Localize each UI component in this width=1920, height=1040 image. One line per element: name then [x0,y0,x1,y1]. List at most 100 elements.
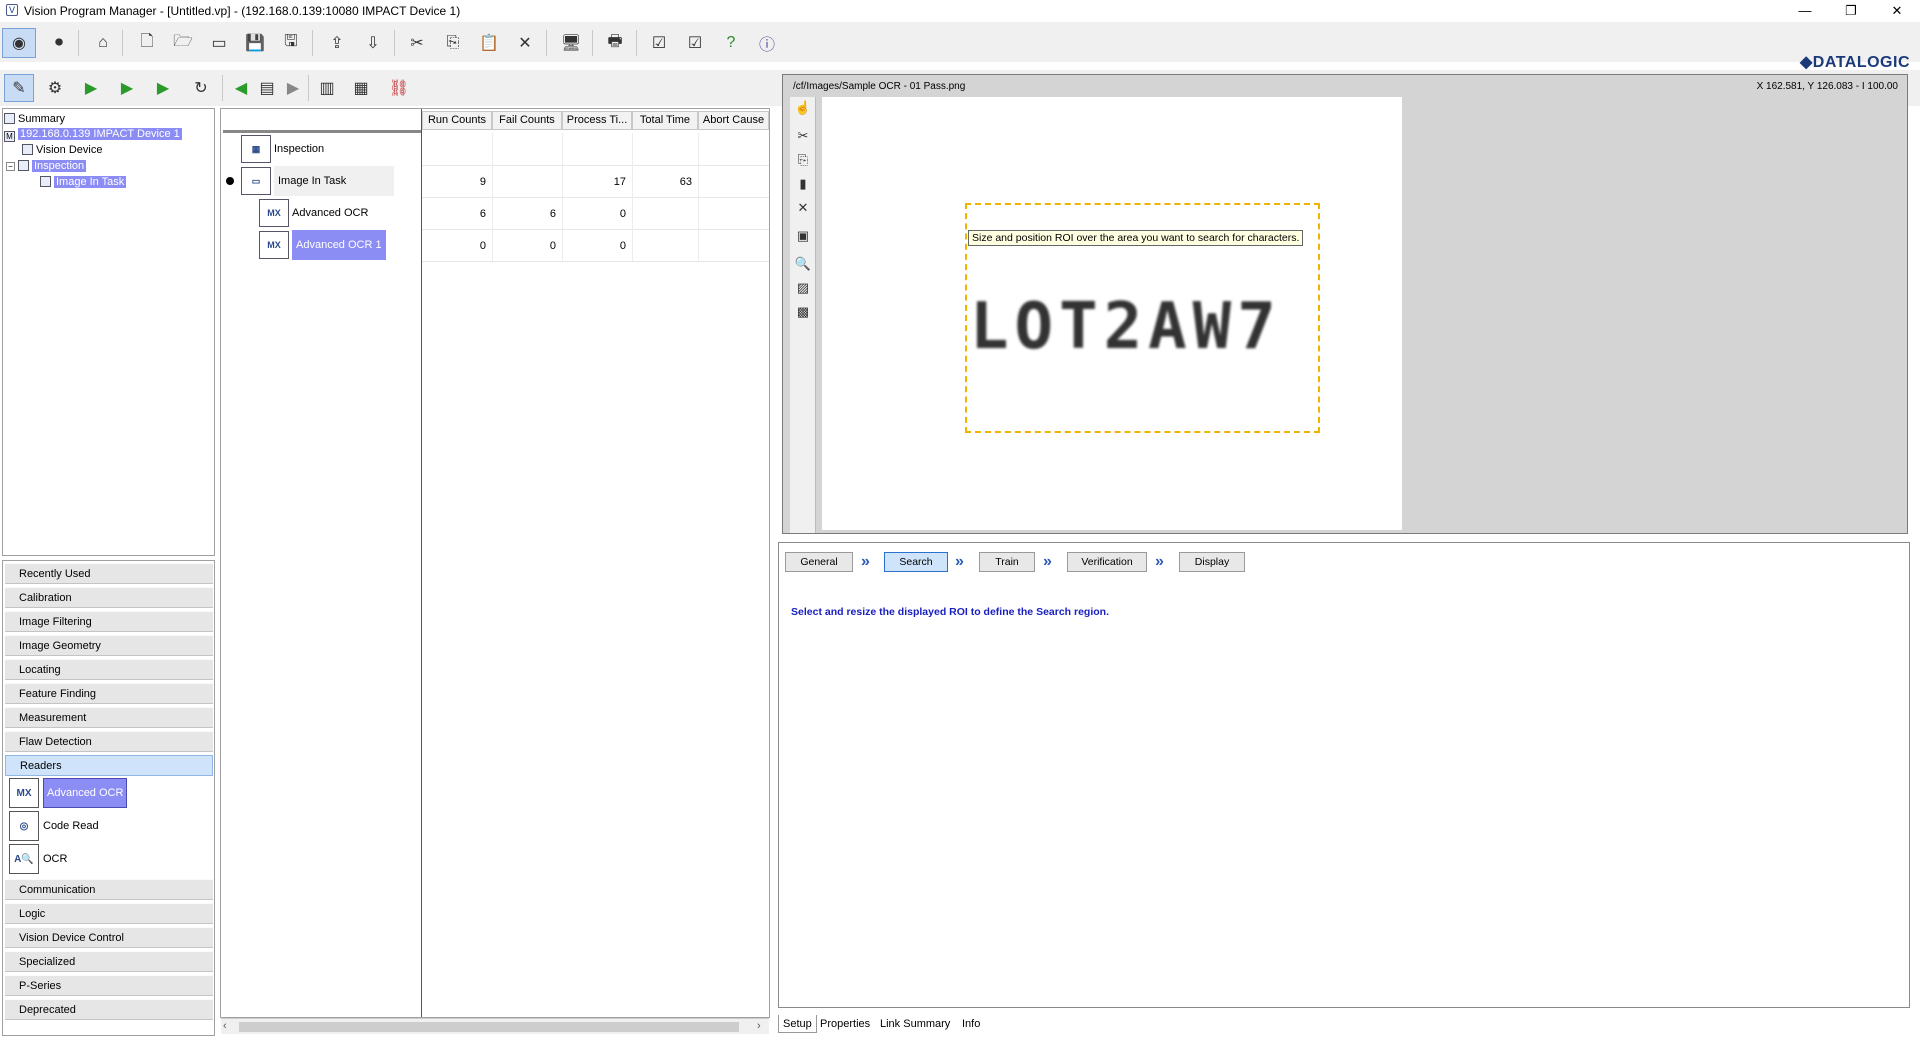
edit-mode-icon[interactable]: ✎ [4,74,34,102]
run-once-icon[interactable]: ▶ [150,75,176,101]
cut-icon[interactable]: ✂ [404,30,430,56]
category-locating[interactable]: Locating [5,659,213,680]
step-display-button[interactable]: Display [1179,552,1245,572]
scroll-right-icon[interactable]: › [757,1020,761,1032]
image-icon[interactable]: ▨ [794,279,812,297]
minimize-button[interactable]: — [1782,0,1828,22]
zoom-icon[interactable]: 🔍 [794,255,812,273]
tree-item-image-in-task[interactable]: Image In Task [40,175,127,189]
new-file-icon[interactable]: 🗋 [134,30,160,56]
category-calibration[interactable]: Calibration [5,587,213,608]
advanced-ocr-icon: MX [9,778,39,808]
task-row-image-in-task[interactable]: ▭ Image In Task [241,166,394,196]
scroll-left-icon[interactable]: ‹ [223,1020,227,1032]
overlay-icon[interactable]: ▩ [794,303,812,321]
copy-icon[interactable]: ⎘ [440,30,466,56]
category-communication[interactable]: Communication [5,879,213,900]
layers-icon[interactable]: ▣ [794,227,812,245]
column-header-run-counts[interactable]: Run Counts [422,111,492,130]
vision-device-icon[interactable]: ◉ [2,28,36,58]
category-image-geometry[interactable]: Image Geometry [5,635,213,656]
pointer-icon[interactable]: ☝ [794,99,812,117]
category-specialized[interactable]: Specialized [5,951,213,972]
tool-ocr[interactable]: A🔍 OCR [9,844,67,874]
checklist-run-icon[interactable]: ☑ [682,30,708,56]
step-arrow-icon: » [1043,553,1052,570]
run-icon[interactable]: ▶ [78,75,104,101]
image-in-task-icon: ▭ [241,167,271,195]
tab-info[interactable]: Info [958,1015,984,1033]
close-button[interactable]: ✕ [1874,0,1920,22]
collapse-dot-icon[interactable] [226,177,234,185]
stop-icon[interactable]: ⏺ [46,30,72,56]
category-deprecated[interactable]: Deprecated [5,999,213,1020]
copy-roi-icon[interactable]: ⎘ [794,151,812,169]
toolbar-separator [592,30,593,56]
category-measurement[interactable]: Measurement [5,707,213,728]
tab-properties[interactable]: Properties [816,1015,874,1033]
category-flaw-detection[interactable]: Flaw Detection [5,731,213,752]
column-header-process-time[interactable]: Process Ti... [562,111,632,130]
tool-advanced-ocr[interactable]: MX Advanced OCR [9,778,128,808]
task-row-advanced-ocr-1[interactable]: MX Advanced OCR 1 [259,230,386,260]
tool-code-read[interactable]: ◎ Code Read [9,811,99,841]
previous-icon[interactable]: ◀ [228,75,254,101]
task-row-inspection[interactable]: ▦ Inspection [241,134,324,164]
monitor-icon[interactable]: 🖥 [558,30,584,56]
grid-horizontal-scrollbar[interactable]: ‹ › [221,1018,769,1034]
column-header-total-time[interactable]: Total Time [632,111,698,130]
cell-run-counts: 9 [479,176,486,188]
category-vision-device-control[interactable]: Vision Device Control [5,927,213,948]
delete-icon[interactable]: ✕ [512,30,538,56]
paste-roi-icon[interactable]: ▮ [794,175,812,193]
save-icon[interactable]: 💾 [242,30,268,56]
step-train-button[interactable]: Train [979,552,1035,572]
checklist-icon[interactable]: ☑ [646,30,672,56]
download-icon[interactable]: ⇩ [360,30,386,56]
tree-item-device[interactable]: M 192.168.0.139 IMPACT Device 1 [4,127,182,142]
paste-icon[interactable]: 📋 [476,30,502,56]
category-logic[interactable]: Logic [5,903,213,924]
category-image-filtering[interactable]: Image Filtering [5,611,213,632]
tree-item-vision-device[interactable]: Vision Device [22,143,102,157]
home-icon[interactable]: ⌂ [90,30,116,56]
print-icon[interactable]: 🖶 [602,30,628,56]
save-all-icon[interactable]: 🖫 [278,30,304,56]
tree-item-summary[interactable]: Summary [4,112,65,126]
task-row-advanced-ocr[interactable]: MX Advanced OCR [259,198,368,228]
column-header-abort-cause[interactable]: Abort Cause [698,111,769,130]
step-search-button[interactable]: Search [884,552,948,572]
tab-link-summary[interactable]: Link Summary [876,1015,954,1033]
category-recently-used[interactable]: Recently Used [5,563,213,584]
step-general-button[interactable]: General [785,552,853,572]
step-run-icon[interactable]: ▶ [114,75,140,101]
inspection-icon [18,160,29,171]
counter-icon[interactable]: ▦ [348,75,374,101]
about-icon[interactable]: ⓘ [754,30,780,56]
category-feature-finding[interactable]: Feature Finding [5,683,213,704]
loop-icon[interactable]: ↻ [188,75,214,101]
settings-icon[interactable]: ⚙ [42,75,68,101]
tab-setup[interactable]: Setup [778,1015,817,1033]
stack-icon[interactable]: ▥ [314,75,340,101]
tree-item-inspection[interactable]: − Inspection [6,159,87,173]
collapse-toggle-icon[interactable]: − [6,162,15,171]
category-p-series[interactable]: P-Series [5,975,213,996]
link-icon[interactable]: ⛓ [386,75,412,101]
maximize-button[interactable]: ❐ [1828,0,1874,22]
film-icon[interactable]: ▤ [254,75,280,101]
cut-roi-icon[interactable]: ✂ [794,127,812,145]
column-header-fail-counts[interactable]: Fail Counts [492,111,562,130]
image-path: /cf/Images/Sample OCR - 01 Pass.png [793,81,966,92]
next-icon[interactable]: ▶ [280,75,306,101]
category-readers[interactable]: Readers [5,755,213,776]
title-bar: V Vision Program Manager - [Untitled.vp]… [0,0,1920,22]
scroll-thumb[interactable] [239,1022,739,1032]
upload-icon[interactable]: ⇪ [324,30,350,56]
folder-icon[interactable]: ▭ [206,30,232,56]
delete-roi-icon[interactable]: ✕ [794,199,812,217]
cell-fail-counts: 0 [549,240,556,252]
open-icon[interactable]: 🗁 [170,30,196,56]
help-icon[interactable]: ? [718,30,744,56]
step-verification-button[interactable]: Verification [1067,552,1147,572]
